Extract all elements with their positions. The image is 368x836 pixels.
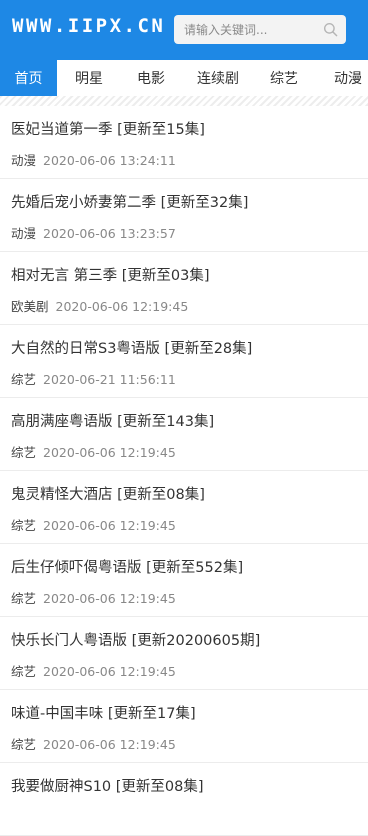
tab-stars[interactable]: 明星: [57, 60, 121, 98]
category-nav: 首页 明星 电影 连续剧 综艺 动漫: [0, 60, 368, 98]
search-input[interactable]: [174, 15, 314, 44]
tab-anime[interactable]: 动漫: [318, 60, 368, 98]
item-time: 2020-06-06 12:19:45: [43, 518, 176, 533]
tab-movies[interactable]: 电影: [121, 60, 181, 98]
item-time: 2020-06-06 13:23:57: [43, 226, 176, 241]
item-title[interactable]: 味道-中国丰味 [更新至17集]: [11, 702, 196, 723]
list-item[interactable]: 味道-中国丰味 [更新至17集] 综艺 2020-06-06 12:19:45: [0, 690, 368, 763]
search-icon[interactable]: [323, 22, 338, 37]
site-logo[interactable]: WWW.IIPX.CN: [12, 15, 165, 37]
item-category: 综艺: [11, 664, 37, 679]
item-time: 2020-06-06 12:19:45: [55, 299, 189, 314]
item-title[interactable]: 我要做厨神S10 [更新至08集]: [11, 775, 204, 796]
item-title[interactable]: 大自然的日常S3粤语版 [更新至28集]: [11, 337, 252, 358]
item-category: 综艺: [11, 737, 37, 752]
item-title[interactable]: 医妃当道第一季 [更新至15集]: [11, 118, 205, 139]
item-meta: 综艺 2020-06-21 11:56:11: [11, 369, 176, 388]
item-title[interactable]: 后生仔倾吓偈粤语版 [更新至552集]: [11, 556, 243, 577]
tab-home[interactable]: 首页: [0, 60, 57, 98]
item-meta: 综艺 2020-06-06 12:19:45: [11, 515, 176, 534]
item-category: 动漫: [11, 226, 37, 241]
nav-divider-stripe: [0, 96, 368, 106]
list-item[interactable]: 后生仔倾吓偈粤语版 [更新至552集] 综艺 2020-06-06 12:19:4…: [0, 544, 368, 617]
item-title[interactable]: 相对无言 第三季 [更新至03集]: [11, 264, 209, 285]
list-item[interactable]: 我要做厨神S10 [更新至08集]: [0, 763, 368, 836]
item-meta: 动漫 2020-06-06 13:24:11: [11, 150, 176, 169]
header-bar: WWW.IIPX.CN: [0, 0, 368, 60]
item-title[interactable]: 鬼灵精怪大酒店 [更新至08集]: [11, 483, 205, 504]
item-category: 欧美剧: [11, 299, 49, 314]
item-meta: 动漫 2020-06-06 13:23:57: [11, 223, 176, 242]
item-time: 2020-06-21 11:56:11: [43, 372, 176, 387]
item-meta: 综艺 2020-06-06 12:19:45: [11, 734, 176, 753]
search-box[interactable]: [174, 15, 346, 44]
item-meta: 综艺 2020-06-06 12:19:45: [11, 442, 176, 461]
item-category: 综艺: [11, 372, 37, 387]
item-time: 2020-06-06 13:24:11: [43, 153, 176, 168]
item-time: 2020-06-06 12:19:45: [43, 591, 176, 606]
list-item[interactable]: 高朋满座粤语版 [更新至143集] 综艺 2020-06-06 12:19:45: [0, 398, 368, 471]
list-item[interactable]: 快乐长门人粤语版 [更新20200605期] 综艺 2020-06-06 12:1…: [0, 617, 368, 690]
list-item[interactable]: 大自然的日常S3粤语版 [更新至28集] 综艺 2020-06-21 11:56:…: [0, 325, 368, 398]
item-category: 综艺: [11, 445, 37, 460]
item-category: 综艺: [11, 591, 37, 606]
item-category: 动漫: [11, 153, 37, 168]
list-item[interactable]: 先婚后宠小娇妻第二季 [更新至32集] 动漫 2020-06-06 13:23:5…: [0, 179, 368, 252]
item-title[interactable]: 先婚后宠小娇妻第二季 [更新至32集]: [11, 191, 248, 212]
item-time: 2020-06-06 12:19:45: [43, 445, 176, 460]
list-item[interactable]: 相对无言 第三季 [更新至03集] 欧美剧 2020-06-06 12:19:45: [0, 252, 368, 325]
tab-variety[interactable]: 综艺: [255, 60, 313, 98]
item-time: 2020-06-06 12:19:45: [43, 664, 176, 679]
list-item[interactable]: 医妃当道第一季 [更新至15集] 动漫 2020-06-06 13:24:11: [0, 106, 368, 179]
item-title[interactable]: 高朋满座粤语版 [更新至143集]: [11, 410, 214, 431]
item-meta: 综艺 2020-06-06 12:19:45: [11, 661, 176, 680]
tab-series[interactable]: 连续剧: [181, 60, 255, 98]
item-time: 2020-06-06 12:19:45: [43, 737, 176, 752]
item-category: 综艺: [11, 518, 37, 533]
list-item[interactable]: 鬼灵精怪大酒店 [更新至08集] 综艺 2020-06-06 12:19:45: [0, 471, 368, 544]
item-title[interactable]: 快乐长门人粤语版 [更新20200605期]: [11, 629, 260, 650]
item-meta: 欧美剧 2020-06-06 12:19:45: [11, 296, 188, 315]
item-meta: 综艺 2020-06-06 12:19:45: [11, 588, 176, 607]
